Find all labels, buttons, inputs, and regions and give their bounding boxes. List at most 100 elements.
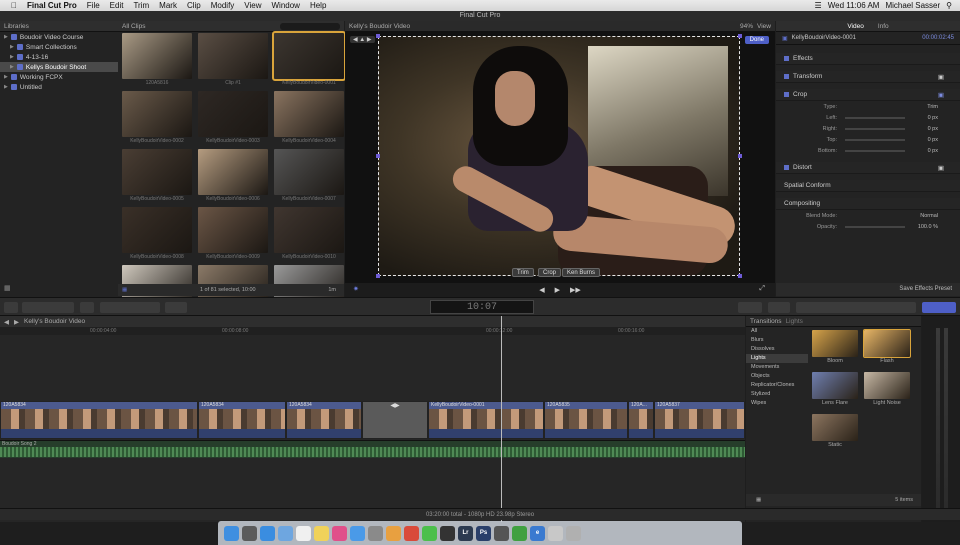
- distort-checkbox[interactable]: [784, 165, 789, 170]
- section-spatial-conform[interactable]: Spatial Conform: [776, 180, 960, 192]
- done-button[interactable]: Done: [744, 36, 769, 44]
- trim-button[interactable]: Trim: [512, 268, 534, 277]
- value-slider[interactable]: [845, 149, 905, 152]
- mail-icon[interactable]: [278, 525, 293, 541]
- crop-button[interactable]: Crop: [538, 268, 562, 277]
- timeline-clip[interactable]: 120A5837: [654, 401, 745, 439]
- value-slider[interactable]: [845, 127, 905, 130]
- appstore-icon[interactable]: [350, 525, 365, 541]
- crop-frame[interactable]: [378, 36, 740, 276]
- section-compositing[interactable]: Compositing: [776, 198, 960, 210]
- transition-thumbnail[interactable]: [812, 414, 858, 441]
- transition-category[interactable]: Lights: [746, 354, 808, 363]
- menu-app[interactable]: Final Cut Pro: [22, 1, 82, 10]
- menu-window[interactable]: Window: [267, 1, 305, 10]
- transition-category[interactable]: Stylized: [746, 390, 808, 399]
- safari-icon[interactable]: [260, 525, 275, 541]
- crop-handle[interactable]: [738, 34, 742, 38]
- wifi-icon[interactable]: ☰: [815, 1, 822, 10]
- audio-track[interactable]: Boudoir Song 2: [0, 440, 745, 458]
- clip-thumbnail[interactable]: KellyBoudoirVideo-0004: [274, 91, 344, 146]
- calendar-icon[interactable]: [296, 525, 311, 541]
- clapper-icon[interactable]: [440, 525, 455, 541]
- disclosure-icon[interactable]: ▶: [4, 74, 8, 80]
- clip-thumbnail[interactable]: 120A5816: [122, 33, 192, 88]
- ie-icon[interactable]: e: [530, 525, 545, 541]
- value-slider[interactable]: [845, 116, 905, 119]
- disclosure-icon[interactable]: ▶: [4, 84, 8, 90]
- photos-icon[interactable]: [386, 525, 401, 541]
- timeline-clip[interactable]: 120A5834: [198, 401, 286, 439]
- zoom-level[interactable]: 94%: [740, 23, 753, 30]
- clip-thumbnail[interactable]: KellyBoudoirVideo-0009: [198, 207, 268, 262]
- finder-icon[interactable]: [224, 525, 239, 541]
- enhance-menu[interactable]: [738, 302, 762, 313]
- timeline-clip[interactable]: KellyBoudoirVideo-0001: [428, 401, 544, 439]
- library-bottom-icons[interactable]: ▦: [4, 284, 11, 292]
- library-item[interactable]: ▶ 4-13-16: [0, 52, 118, 62]
- timeline-transition[interactable]: ◀▶: [362, 401, 428, 439]
- fullscreen-icon[interactable]: ⤢: [759, 285, 765, 293]
- inspector-row-value[interactable]: 0 px: [928, 148, 960, 154]
- clip-thumbnail[interactable]: KellyBoudoirVideo-0010: [274, 207, 344, 262]
- trash-icon[interactable]: [566, 525, 581, 541]
- clip-thumbnail[interactable]: KellyBoudoirVideo-0006: [198, 149, 268, 204]
- disclosure-icon[interactable]: ▶: [10, 44, 14, 50]
- save-effects-preset-button[interactable]: Save Effects Preset: [776, 283, 960, 296]
- transition-thumbnail[interactable]: [863, 329, 911, 358]
- section-effects[interactable]: Effects: [776, 53, 960, 65]
- tab-info[interactable]: Info: [878, 23, 889, 30]
- menu-clip[interactable]: Clip: [182, 1, 206, 10]
- menubar-user[interactable]: Michael Sasser: [885, 1, 940, 10]
- clips-filter[interactable]: All Clips: [122, 23, 145, 30]
- clip-thumbnail[interactable]: KellyBoudoirVideo-0002: [122, 91, 192, 146]
- crop-handle[interactable]: [738, 154, 742, 158]
- transform-checkbox[interactable]: [784, 74, 789, 79]
- previous-icon[interactable]: ◀: [539, 286, 544, 294]
- messages-icon[interactable]: [422, 525, 437, 541]
- crop-tool-icon[interactable]: ▣: [938, 91, 960, 99]
- clip-thumbnail[interactable]: KellyBoudoirVideo-0003: [198, 91, 268, 146]
- lightroom-icon[interactable]: Lr: [458, 525, 473, 541]
- apple-icon[interactable]: : [6, 1, 22, 10]
- select-tool[interactable]: [165, 302, 187, 313]
- notes-icon[interactable]: [314, 525, 329, 541]
- view-toggle-icon[interactable]: ▦: [122, 287, 127, 293]
- menu-trim[interactable]: Trim: [128, 1, 154, 10]
- menu-help[interactable]: Help: [305, 1, 331, 10]
- zoom-tool-icon[interactable]: [80, 302, 94, 313]
- playhead[interactable]: [501, 316, 502, 522]
- transition-thumbnail[interactable]: [864, 372, 910, 399]
- inspector-row-value[interactable]: 100.0 %: [918, 224, 960, 230]
- finalcut-icon[interactable]: [494, 525, 509, 541]
- crop-checkbox[interactable]: [784, 92, 789, 97]
- timeline-clip[interactable]: 120A5835: [544, 401, 628, 439]
- sidebar-toggle-icon[interactable]: ▦: [746, 497, 761, 503]
- clip-thumbnail[interactable]: KellyBoudoirVideo-0008: [122, 207, 192, 262]
- menu-modify[interactable]: Modify: [206, 1, 240, 10]
- timeline-forward-icon[interactable]: ▶: [14, 318, 19, 326]
- value-slider[interactable]: [845, 225, 905, 228]
- system-prefs-icon[interactable]: [368, 525, 383, 541]
- launchpad-icon[interactable]: [242, 525, 257, 541]
- library-item[interactable]: ▶ Smart Collections: [0, 42, 118, 52]
- transition-category[interactable]: Replicator/Clones: [746, 381, 808, 390]
- chrome-icon[interactable]: [404, 525, 419, 541]
- disclosure-icon[interactable]: ▶: [10, 54, 14, 60]
- menu-mark[interactable]: Mark: [154, 1, 182, 10]
- transition-thumbnail[interactable]: [812, 330, 858, 357]
- timeline-clip[interactable]: 120A...: [628, 401, 654, 439]
- browser-search[interactable]: [280, 22, 340, 30]
- transition-category[interactable]: All: [746, 327, 808, 336]
- clip-thumbnail[interactable]: KellyBoudoirVideo-0007: [274, 149, 344, 204]
- next-icon[interactable]: ▶▶: [570, 286, 581, 294]
- effects-checkbox[interactable]: [784, 56, 789, 61]
- transition-category[interactable]: Objects: [746, 372, 808, 381]
- disclosure-icon[interactable]: ▶: [4, 34, 8, 40]
- itunes-icon[interactable]: [332, 525, 347, 541]
- tab-video[interactable]: Video: [847, 23, 864, 30]
- transition-category[interactable]: Wipes: [746, 399, 808, 408]
- inspector-row-value[interactable]: Trim: [927, 104, 960, 110]
- transition-category[interactable]: Dissolves: [746, 345, 808, 354]
- keyword-tools[interactable]: [22, 302, 74, 313]
